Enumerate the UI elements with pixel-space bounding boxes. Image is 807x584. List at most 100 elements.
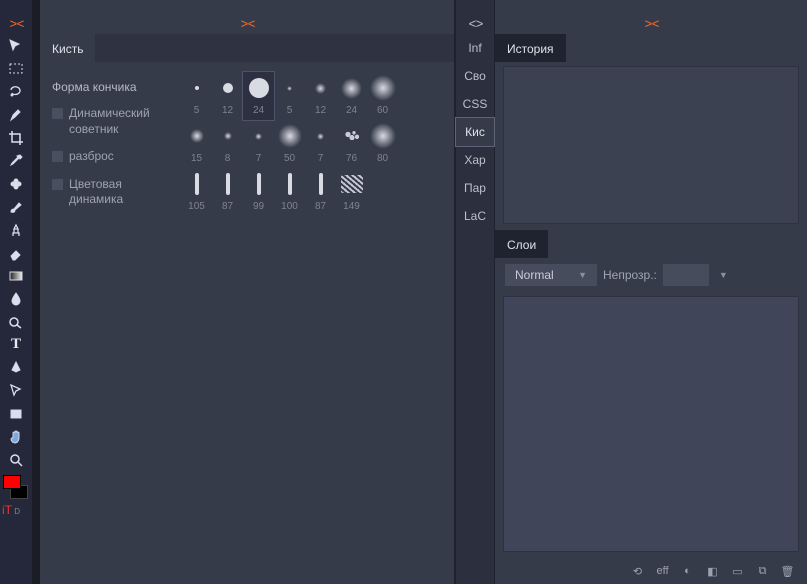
foreground-color-swatch[interactable] <box>3 475 21 489</box>
brush-size-label: 7 <box>256 153 262 164</box>
brush-preset[interactable]: 80 <box>367 120 398 168</box>
brush-size-label: 8 <box>225 153 231 164</box>
paintbrush-tool[interactable] <box>0 195 32 218</box>
brush-preset[interactable]: 8 <box>212 120 243 168</box>
burn-tool[interactable] <box>0 310 32 333</box>
eyedropper-tool[interactable] <box>0 149 32 172</box>
brush-preview-icon <box>246 123 272 149</box>
type-tool[interactable]: T <box>0 333 32 356</box>
brush-preset[interactable]: 87 <box>212 168 243 216</box>
option-tip-shape[interactable]: Форма кончика <box>48 74 167 100</box>
pen-tool[interactable] <box>0 356 32 379</box>
rect-marquee-tool[interactable] <box>0 57 32 80</box>
lasso-tool[interactable] <box>0 80 32 103</box>
eraser-tool[interactable] <box>0 241 32 264</box>
mask-icon[interactable]: ◐ <box>680 564 695 579</box>
mid-tab-сво[interactable]: Сво <box>456 62 494 90</box>
right-collapse-arrows[interactable]: > < <box>495 0 807 34</box>
healing-tool[interactable] <box>0 172 32 195</box>
mid-tab-хар[interactable]: Хар <box>456 146 494 174</box>
option-label: Цветовая динамика <box>69 177 163 208</box>
brush-preview-icon <box>370 123 396 149</box>
chevron-down-icon[interactable]: ▼ <box>715 270 732 280</box>
crop-tool[interactable] <box>0 126 32 149</box>
option-dynamic-advisor[interactable]: Динамический советник <box>48 100 167 143</box>
adjust-icon[interactable]: ◧ <box>705 564 720 579</box>
brush-size-label: 76 <box>346 153 357 164</box>
history-panel: История <box>495 34 807 224</box>
path-select-tool[interactable] <box>0 379 32 402</box>
tools-toolbar: > < T iT D <box>0 0 32 584</box>
option-scatter[interactable]: разброс <box>48 143 167 171</box>
brush-preset[interactable]: 7 <box>305 120 336 168</box>
chevron-down-icon: ▼ <box>578 270 587 280</box>
brush-preview-icon <box>277 123 303 149</box>
folder-icon[interactable]: ▭ <box>730 564 745 579</box>
brush-preset[interactable]: 99 <box>243 168 274 216</box>
checkbox-icon[interactable] <box>52 179 63 190</box>
trash-icon[interactable]: 🗑 <box>780 564 795 579</box>
toolbar-collapse-arrows[interactable]: > < <box>0 0 32 34</box>
tab-layers[interactable]: Слои <box>495 230 548 258</box>
brush-size-label: 12 <box>315 105 326 116</box>
brush-preview-icon <box>184 171 210 197</box>
brush-preset[interactable]: 5 <box>274 72 305 120</box>
swap-default-colors[interactable]: iT D <box>2 503 20 517</box>
brush-size-label: 12 <box>222 105 233 116</box>
brush-preset[interactable]: 12 <box>212 72 243 120</box>
brush-preset[interactable]: 50 <box>274 120 305 168</box>
mid-tab-пар[interactable]: Пар <box>456 174 494 202</box>
brush-preview-icon <box>246 75 272 101</box>
opacity-input[interactable] <box>663 264 709 286</box>
move-tool[interactable] <box>0 34 32 57</box>
eff-label[interactable]: eff <box>655 564 670 579</box>
hand-tool[interactable] <box>0 425 32 448</box>
mid-tab-css[interactable]: CSS <box>456 90 494 118</box>
gradient-tool[interactable] <box>0 264 32 287</box>
brush-preset[interactable]: 12 <box>305 72 336 120</box>
brush-preset[interactable]: 24 <box>243 72 274 120</box>
brush-preset[interactable]: 100 <box>274 168 305 216</box>
checkbox-icon[interactable] <box>52 108 63 119</box>
option-color-dynamics[interactable]: Цветовая динамика <box>48 171 167 214</box>
brush-size-label: 5 <box>287 105 293 116</box>
brush-preview-icon <box>215 123 241 149</box>
brush-preset[interactable]: 105 <box>181 168 212 216</box>
link-icon[interactable]: ⟲ <box>630 564 645 579</box>
brush-preset[interactable]: 76 <box>336 120 367 168</box>
brush-preset[interactable]: 15 <box>181 120 212 168</box>
brush-size-label: 99 <box>253 201 264 212</box>
brush-size-label: 87 <box>222 201 233 212</box>
brush-preset[interactable]: 87 <box>305 168 336 216</box>
tab-brush[interactable]: Кисть <box>40 34 95 62</box>
brush-preset[interactable]: 7 <box>243 120 274 168</box>
brush-preset[interactable]: 60 <box>367 72 398 120</box>
blend-mode-dropdown[interactable]: Normal▼ <box>505 264 597 286</box>
mid-collapse-arrows[interactable]: < > <box>456 0 494 34</box>
mid-tab-inf[interactable]: Inf <box>456 34 494 62</box>
brush-preset[interactable]: 24 <box>336 72 367 120</box>
checkbox-icon[interactable] <box>52 151 63 162</box>
mid-tab-кис[interactable]: Кис <box>456 118 494 146</box>
blur-tool[interactable] <box>0 287 32 310</box>
rectangle-tool[interactable] <box>0 402 32 425</box>
brush-preset[interactable]: 149 <box>336 168 367 216</box>
brush-preview-icon <box>339 171 365 197</box>
brush-tool[interactable] <box>0 103 32 126</box>
brush-size-label: 15 <box>191 153 202 164</box>
brush-preview-icon <box>184 123 210 149</box>
clone-tool[interactable] <box>0 218 32 241</box>
brush-preset[interactable]: 5 <box>181 72 212 120</box>
brush-panel: > < Кисть Форма кончика Динамический сов… <box>40 0 455 584</box>
zoom-tool[interactable] <box>0 448 32 471</box>
brush-preview-icon <box>215 171 241 197</box>
brush-panel-collapse-arrows[interactable]: > < <box>40 0 454 34</box>
tab-history[interactable]: История <box>495 34 566 62</box>
duplicate-icon[interactable]: ⧉ <box>755 564 770 579</box>
layers-list[interactable] <box>503 296 799 552</box>
mid-tab-lac[interactable]: LaC <box>456 202 494 230</box>
color-swatches[interactable]: iT D <box>0 475 32 511</box>
brush-size-label: 24 <box>346 105 357 116</box>
history-list[interactable] <box>503 66 799 224</box>
brush-presets-grid: 512245122460 15875077680 105879910087149 <box>175 68 454 584</box>
